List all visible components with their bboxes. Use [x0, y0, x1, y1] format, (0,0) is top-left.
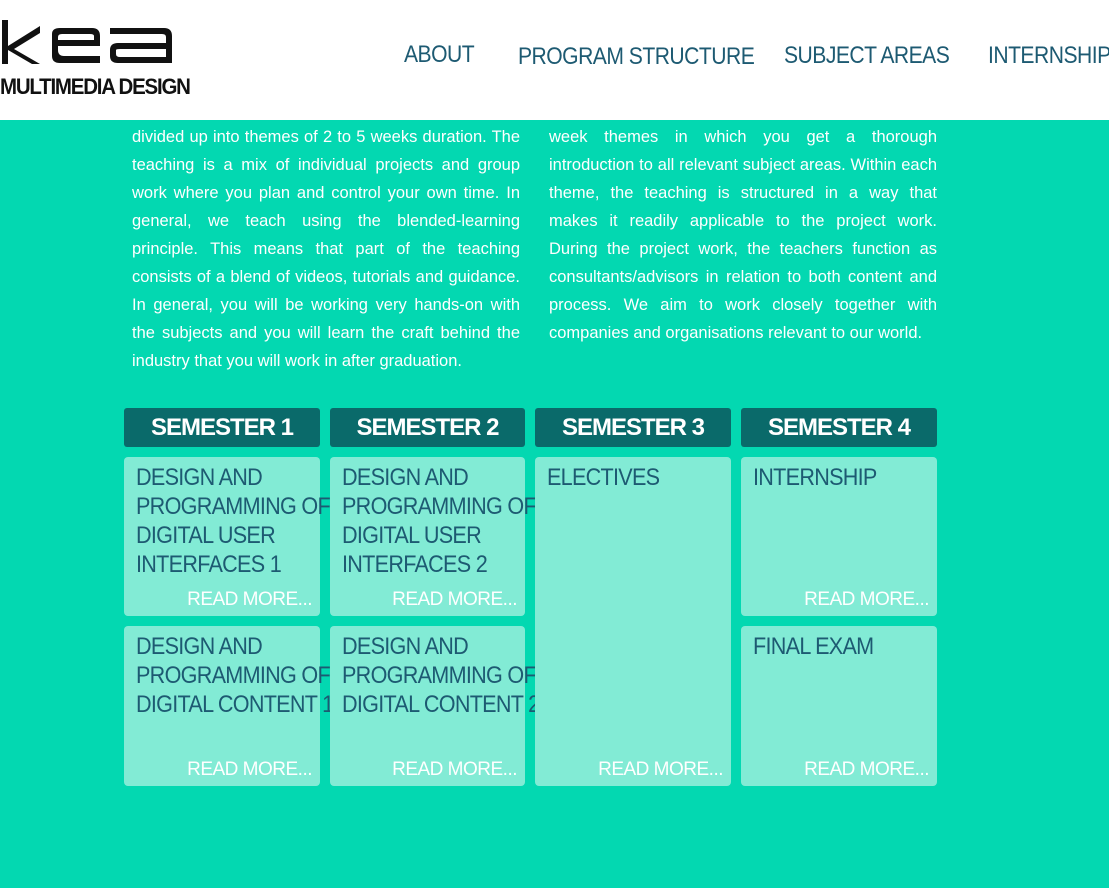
course-card-content-1[interactable]: DESIGN AND PROGRAMMING OF DIGITAL CONTEN… — [124, 626, 334, 786]
semester-1-header: SEMESTER 1 — [124, 408, 320, 447]
read-more-link[interactable]: READ MORE... — [392, 589, 517, 611]
semester-3-header: SEMESTER 3 — [535, 408, 731, 447]
logo-text: MULTIMEDIA DESIGN — [0, 74, 191, 99]
course-title: DESIGN AND PROGRAMMING OF DIGITAL CONTEN… — [342, 633, 540, 718]
course-card-ui-1[interactable]: DESIGN AND PROGRAMMING OF DIGITAL USER I… — [124, 457, 331, 616]
read-more-link[interactable]: READ MORE... — [804, 759, 929, 781]
course-card-ui-2[interactable]: DESIGN AND PROGRAMMING OF DIGITAL USER I… — [330, 457, 537, 616]
course-card-final-exam[interactable]: FINAL EXAM READ MORE... — [741, 626, 937, 786]
read-more-link[interactable]: READ MORE... — [804, 589, 929, 611]
kea-logo[interactable]: MULTIMEDIA DESIGN — [0, 16, 191, 100]
read-more-link[interactable]: READ MORE... — [187, 759, 312, 781]
course-title: DESIGN AND PROGRAMMING OF DIGITAL CONTEN… — [136, 633, 334, 718]
course-title: ELECTIVES — [547, 464, 660, 491]
course-title: DESIGN AND PROGRAMMING OF DIGITAL USER I… — [136, 464, 331, 578]
nav-internship[interactable]: INTERNSHIP — [988, 42, 1109, 70]
course-title: DESIGN AND PROGRAMMING OF DIGITAL USER I… — [342, 464, 537, 578]
read-more-link[interactable]: READ MORE... — [598, 759, 723, 781]
course-card-content-2[interactable]: DESIGN AND PROGRAMMING OF DIGITAL CONTEN… — [330, 626, 540, 786]
nav-subject-areas[interactable]: SUBJECT AREAS — [784, 42, 950, 70]
read-more-link[interactable]: READ MORE... — [392, 759, 517, 781]
course-title: INTERNSHIP — [753, 464, 877, 491]
course-title: FINAL EXAM — [753, 633, 874, 660]
read-more-link[interactable]: READ MORE... — [187, 589, 312, 611]
kea-logo-mark — [2, 20, 172, 64]
course-card-internship[interactable]: INTERNSHIP READ MORE... — [741, 457, 937, 616]
semester-4-header: SEMESTER 4 — [741, 408, 937, 447]
semester-2-header: SEMESTER 2 — [330, 408, 525, 447]
site-header: MULTIMEDIA DESIGN ABOUT PROGRAM STRUCTUR… — [0, 0, 1109, 120]
nav-about[interactable]: ABOUT — [404, 41, 475, 69]
intro-text-left: divided up into themes of 2 to 5 weeks d… — [132, 127, 520, 370]
intro-text-right: week themes in which you get a thorough … — [549, 127, 937, 342]
nav-program-structure[interactable]: PROGRAM STRUCTURE — [518, 43, 755, 71]
course-card-electives[interactable]: ELECTIVES READ MORE... — [535, 457, 731, 786]
